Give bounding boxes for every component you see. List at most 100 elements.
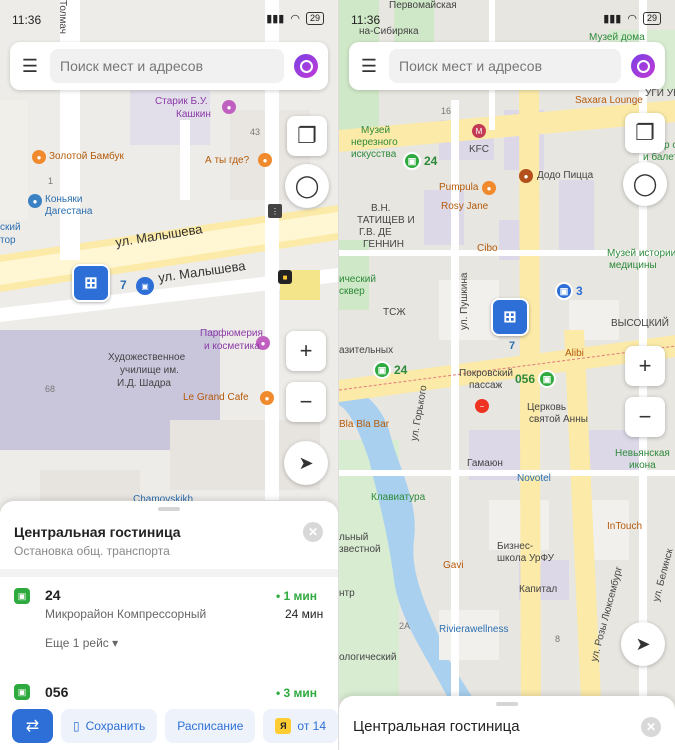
house-number-16: 16 — [441, 106, 452, 116]
layers-button[interactable]: ❐ — [287, 116, 327, 156]
poi-label-ogich: ологический — [339, 652, 397, 663]
restaurant-icon[interactable]: M — [472, 124, 486, 138]
status-time: 11:36 — [12, 13, 42, 27]
bus-stop-marker[interactable]: ⊞ — [72, 264, 110, 302]
poi-label-novotel: Novotel — [517, 473, 551, 484]
poi-label-gamaun: Гамаюн — [467, 458, 503, 469]
alice-icon[interactable] — [294, 54, 318, 78]
pizza-icon[interactable]: ● — [519, 169, 533, 183]
restaurant-icon[interactable]: ● — [32, 150, 46, 164]
sheet-handle[interactable] — [158, 507, 180, 511]
ring-icon: ◯ — [632, 171, 658, 196]
menu-icon[interactable]: ☰ — [349, 42, 389, 90]
bus-route-badge[interactable]: ▣ 24 — [369, 361, 411, 379]
stop-sheet-collapsed[interactable]: Центральная гостиница ✕ — [339, 696, 675, 750]
close-button[interactable]: ✕ — [303, 522, 323, 542]
poi-label-uchil-3: И.Д. Шадра — [117, 378, 171, 389]
minus-icon: − — [299, 389, 313, 414]
search-bar[interactable]: ☰ Поиск мест и адресов — [349, 42, 665, 90]
menu-icon[interactable]: ☰ — [10, 42, 50, 90]
stop-subtitle: Остановка общ. транспорта — [14, 544, 170, 558]
left-screen: 11:36 ▮▮▮ ◠ 29 ☰ Поиск мест и адресов То… — [0, 0, 338, 750]
ring-icon: ◯ — [294, 173, 320, 198]
poi-label-riviera: Rivierawellness — [439, 624, 509, 635]
zoom-in-button[interactable]: + — [625, 346, 665, 386]
route-label-7: 7 — [509, 340, 516, 352]
locate-button[interactable]: ➤ — [621, 622, 665, 666]
poi-label-parfum-2: и косметика — [204, 341, 260, 352]
poi-label-parfum-1: Парфюмерия — [200, 328, 263, 339]
battery-icon: 29 — [642, 12, 661, 25]
poi-label-tatishev-2: ТАТИЩЕВ И — [357, 215, 415, 226]
eta-first: • 3 мин — [276, 686, 318, 700]
right-screen: 11:36 ▮▮▮ ◠ 29 ☰ Поиск мест и адресов Пе… — [338, 0, 675, 750]
search-bar[interactable]: ☰ Поиск мест и адресов — [10, 42, 328, 90]
bus-stop-marker[interactable]: ⊞ — [491, 298, 529, 336]
stop-sheet[interactable]: Центральная гостиница Остановка общ. тра… — [0, 501, 338, 750]
navigation-arrow-icon: ➤ — [298, 452, 314, 473]
poi-label-zolotoy: Золотой Бамбук — [49, 151, 124, 162]
locate-button[interactable]: ➤ — [284, 441, 328, 485]
bus-route-badge[interactable]: ▣ 24 — [399, 152, 441, 170]
eta-first: • 1 мин — [276, 589, 318, 603]
poi-label-tserkov-1: Церковь — [527, 402, 567, 413]
poi-label-starik: Старик Б.У. — [155, 96, 208, 107]
house-number-2a: 2А — [399, 621, 411, 631]
cafe-icon-2[interactable]: ● — [260, 391, 274, 405]
sheet-handle[interactable] — [496, 702, 518, 706]
alice-icon[interactable] — [631, 54, 655, 78]
no-entry-icon: − — [475, 399, 489, 413]
schedule-button[interactable]: Расписание — [165, 709, 256, 743]
poi-label-klaviatura: Клавиатура — [371, 492, 426, 503]
shop-icon[interactable]: ● — [222, 100, 236, 114]
zoom-out-button[interactable]: − — [286, 382, 326, 422]
route-destination: Микрорайон Компрессорный — [45, 607, 207, 621]
poi-label-sky-1: ический — [339, 274, 376, 285]
layers-icon: ❐ — [635, 120, 655, 145]
more-trips-link[interactable]: Еще 1 рейс ▾ — [45, 636, 118, 650]
poi-label-kapital: Капитал — [519, 584, 558, 595]
house-number-8: 8 — [555, 634, 561, 644]
poi-label-tatishev-1: В.Н. — [371, 203, 391, 214]
zoom-out-button[interactable]: − — [625, 397, 665, 437]
save-button[interactable]: ▯ Сохранить — [60, 709, 158, 743]
yandex-taxi-icon: Я — [275, 718, 292, 734]
plus-icon: + — [638, 353, 652, 378]
poi-label-vysotsky: ВЫСОЦКИЙ — [611, 318, 669, 329]
divider — [0, 569, 338, 577]
bus-route-badge[interactable]: ▣ 3 — [551, 282, 587, 300]
shop-icon-2[interactable]: ● — [28, 194, 42, 208]
zoom-in-button[interactable]: + — [286, 331, 326, 371]
poi-label-a-ty-gde: А ты где? — [205, 155, 250, 166]
search-input[interactable]: Поиск мест и адресов — [50, 49, 284, 83]
save-label: Сохранить — [85, 719, 146, 733]
minus-icon: − — [638, 404, 652, 429]
taxi-icon[interactable]: ■ — [278, 270, 292, 284]
close-button[interactable]: ✕ — [641, 717, 661, 737]
poi-label-pumpula: Pumpula — [439, 182, 479, 193]
poi-label-skiy: ский — [0, 222, 21, 233]
poi-label-tatishev-4: ГЕННИН — [363, 239, 404, 250]
alice-map-button[interactable]: ◯ — [623, 162, 667, 206]
bus-route-badge[interactable]: 056 ▣ — [511, 370, 560, 388]
bus-icon: ▣ — [14, 684, 30, 700]
house-number-43: 43 — [250, 127, 261, 137]
plus-icon: + — [299, 338, 313, 363]
poi-label-lnyy: льный — [339, 532, 369, 543]
cafe-icon[interactable]: ● — [258, 153, 272, 167]
poi-label-sky-2: сквер — [339, 286, 365, 297]
poi-label-tszh: ТСЖ — [383, 307, 406, 318]
route-button[interactable]: ⇄ — [12, 709, 53, 743]
poi-label-pokrov-1: Покровский — [459, 368, 513, 379]
search-input[interactable]: Поиск мест и адресов — [389, 49, 621, 83]
layers-button[interactable]: ❐ — [625, 113, 665, 153]
poi-label-dagestana: Дагестана — [45, 206, 93, 217]
alice-map-button[interactable]: ◯ — [285, 164, 329, 208]
cafe-icon[interactable]: ● — [482, 181, 496, 195]
status-time: 11:36 — [351, 13, 381, 27]
poi-label-biz-1: Бизнес- — [497, 541, 534, 552]
bus-icon[interactable]: ▣ — [136, 277, 154, 295]
taxi-button[interactable]: Яот 14 — [263, 709, 338, 743]
poi-label-konyaki: Коньяки — [45, 194, 83, 205]
poi-label-uchil-2: училище им. — [120, 365, 179, 376]
